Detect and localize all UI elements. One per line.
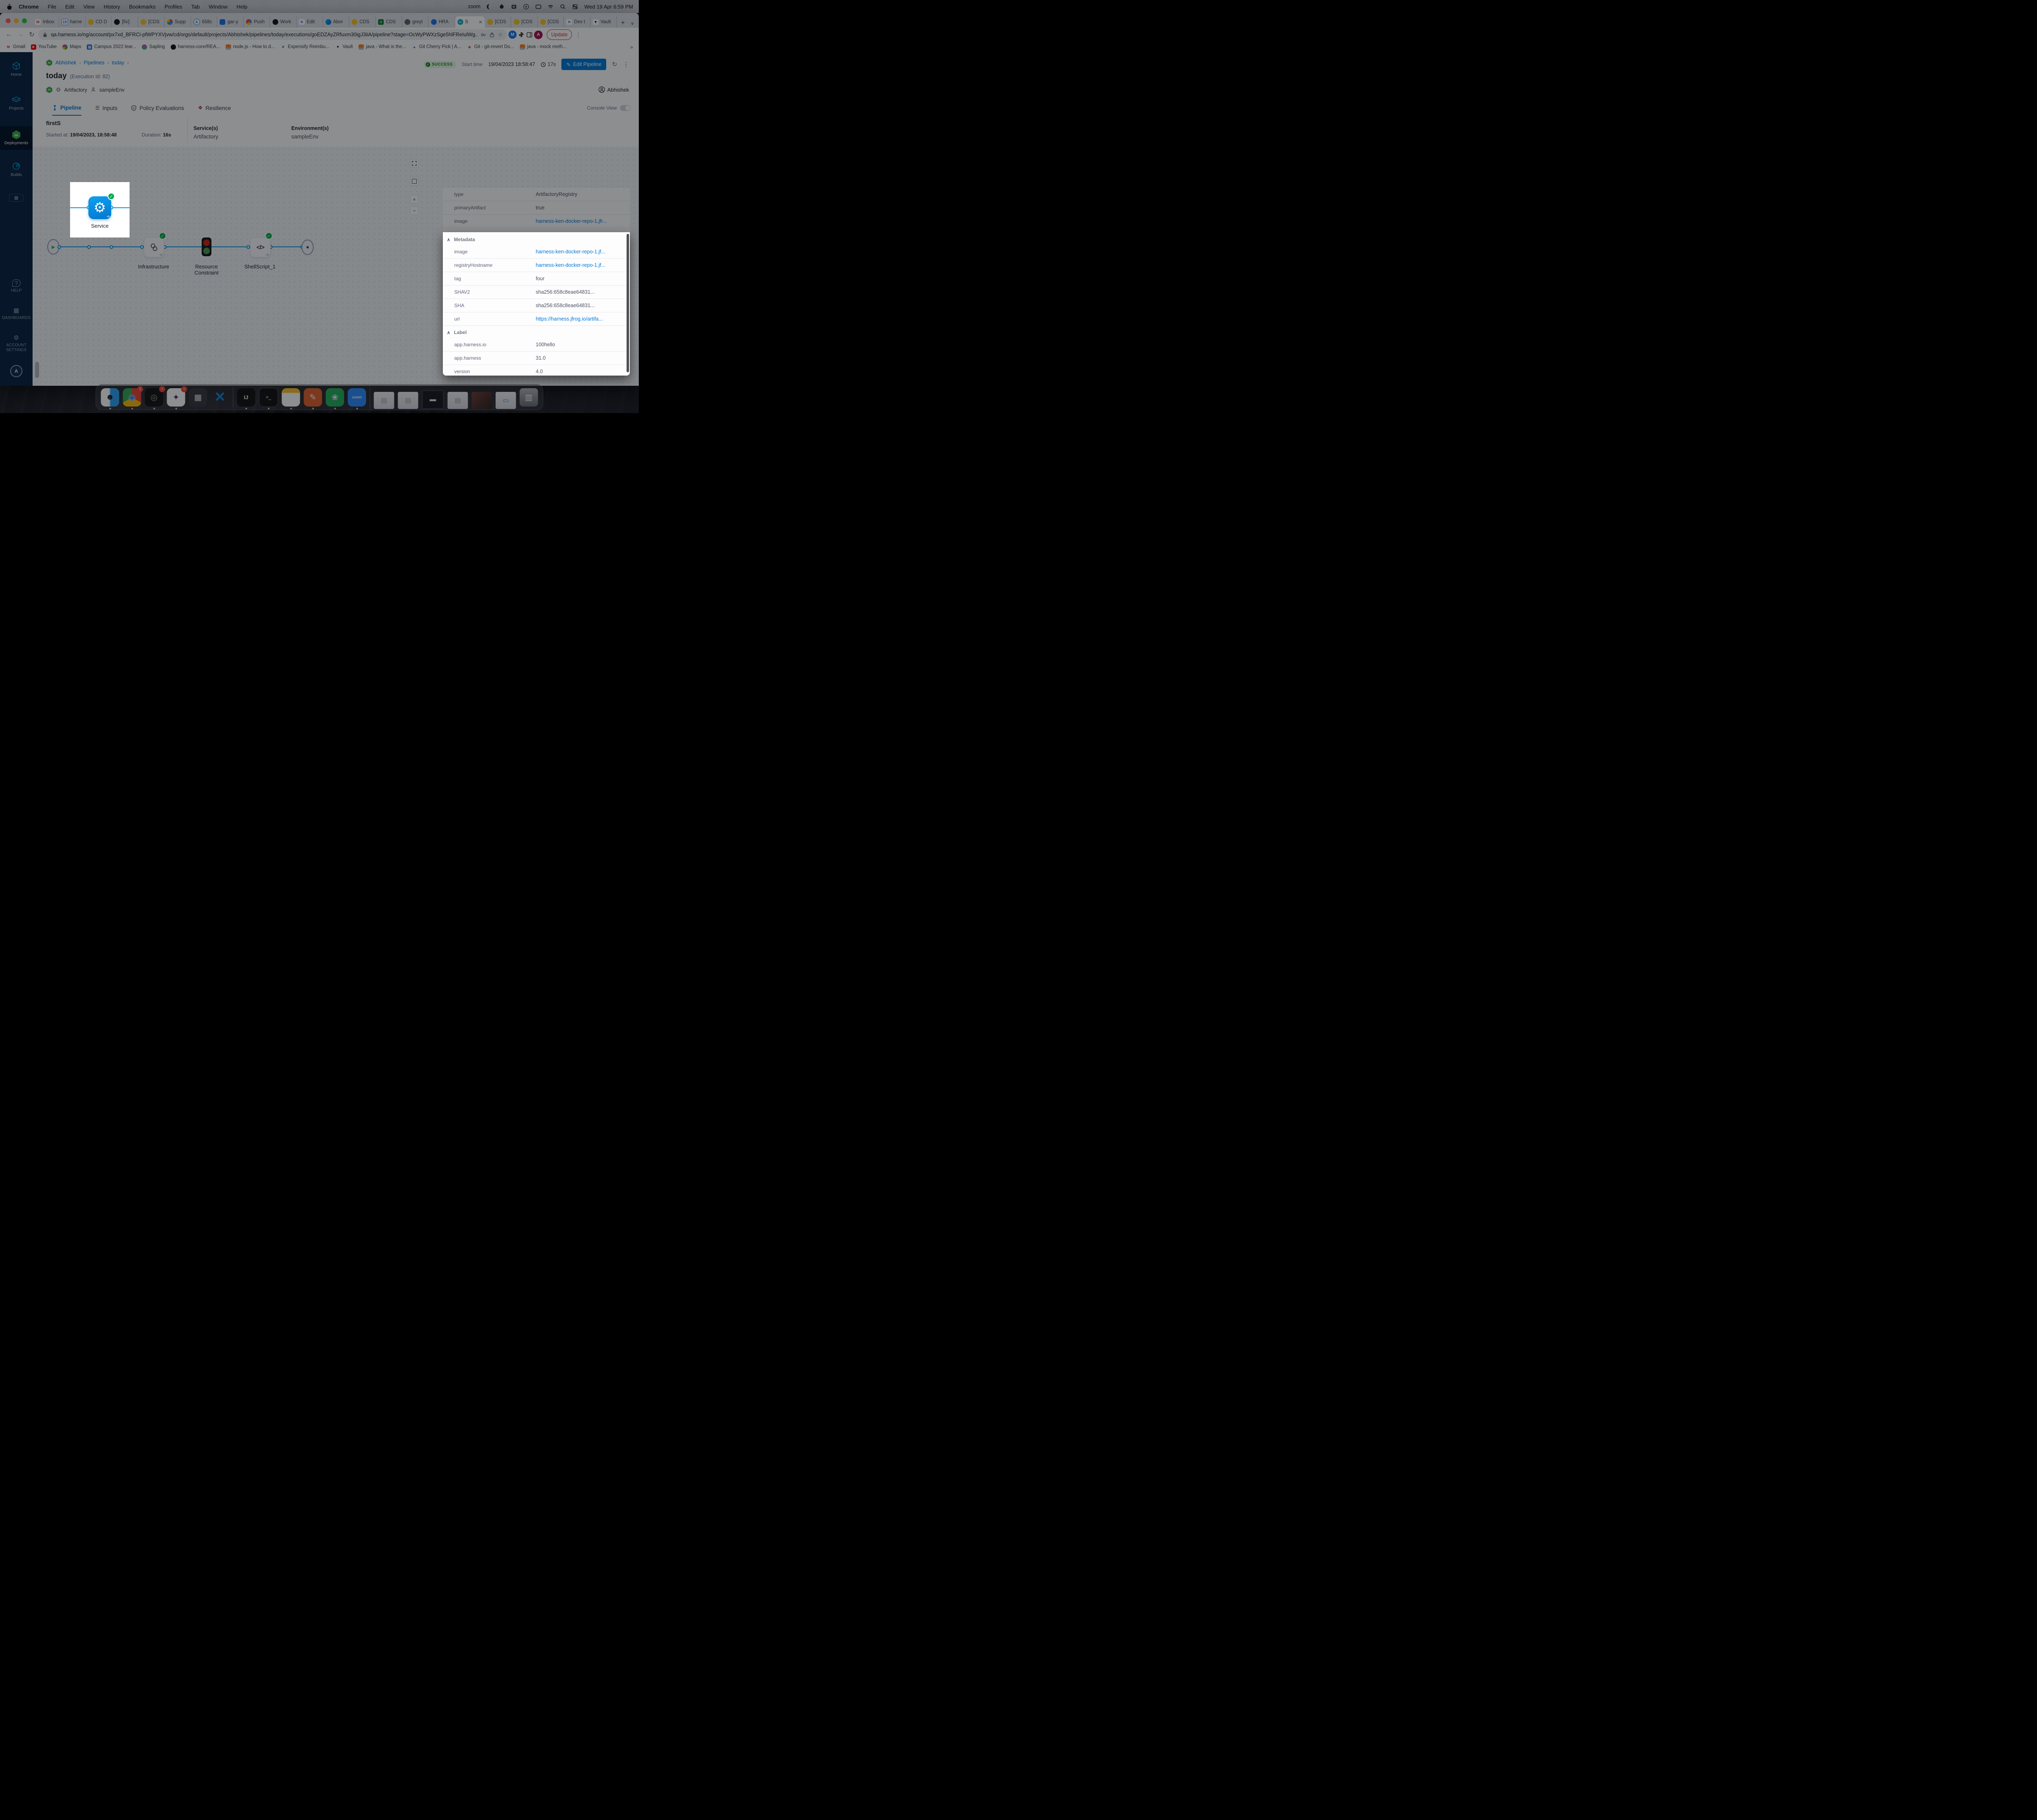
label-row: version 4.0: [443, 365, 630, 376]
label-section-header[interactable]: ∧ Label: [443, 327, 630, 338]
label-row: app.harness 31.0: [443, 352, 630, 365]
metadata-panel-spotlight: ∧ Metadata image harness-ken-docker-repo…: [443, 232, 630, 376]
label-value[interactable]: 4.0: [536, 369, 543, 374]
metadata-section-header[interactable]: ∧ Metadata: [443, 234, 630, 245]
metadata-value[interactable]: four: [536, 276, 545, 281]
chevron-up-icon[interactable]: ∧: [447, 330, 450, 335]
metadata-row: tag four: [443, 272, 630, 286]
metadata-value[interactable]: harness-ken-docker-repo-1.jf...: [536, 249, 605, 255]
metadata-row: SHAV2 sha256:658c8eae64831...: [443, 286, 630, 299]
chevron-up-icon[interactable]: ∧: [447, 237, 450, 242]
label-value[interactable]: 100hello: [536, 342, 555, 347]
desktop: Chrome File Edit View History Bookmarks …: [0, 0, 639, 413]
metadata-value[interactable]: sha256:658c8eae64831...: [536, 289, 595, 295]
success-check-icon: ✓: [108, 193, 115, 200]
label-value[interactable]: 31.0: [536, 355, 546, 361]
metadata-row: url https://harness.jfrog.io/artifa...: [443, 312, 630, 326]
metadata-value[interactable]: https://harness.jfrog.io/artifa...: [536, 316, 603, 322]
service-node-spotlight: ⚙ </> ✓ Service: [70, 182, 130, 237]
service-gear-icon: ⚙: [94, 200, 106, 216]
metadata-row: registryHostname harness-ken-docker-repo…: [443, 259, 630, 272]
node-label[interactable]: Service: [75, 223, 124, 229]
panel-scrollbar[interactable]: [627, 234, 629, 372]
metadata-row: image harness-ken-docker-repo-1.jf...: [443, 245, 630, 259]
metadata-row: SHA sha256:658c8eae64831...: [443, 299, 630, 312]
label-row: app.harness.io 100hello: [443, 338, 630, 352]
metadata-value[interactable]: sha256:658c8eae64831...: [536, 303, 595, 308]
node-service[interactable]: ⚙ </>: [88, 196, 111, 219]
metadata-value[interactable]: harness-ken-docker-repo-1.jf...: [536, 262, 605, 268]
